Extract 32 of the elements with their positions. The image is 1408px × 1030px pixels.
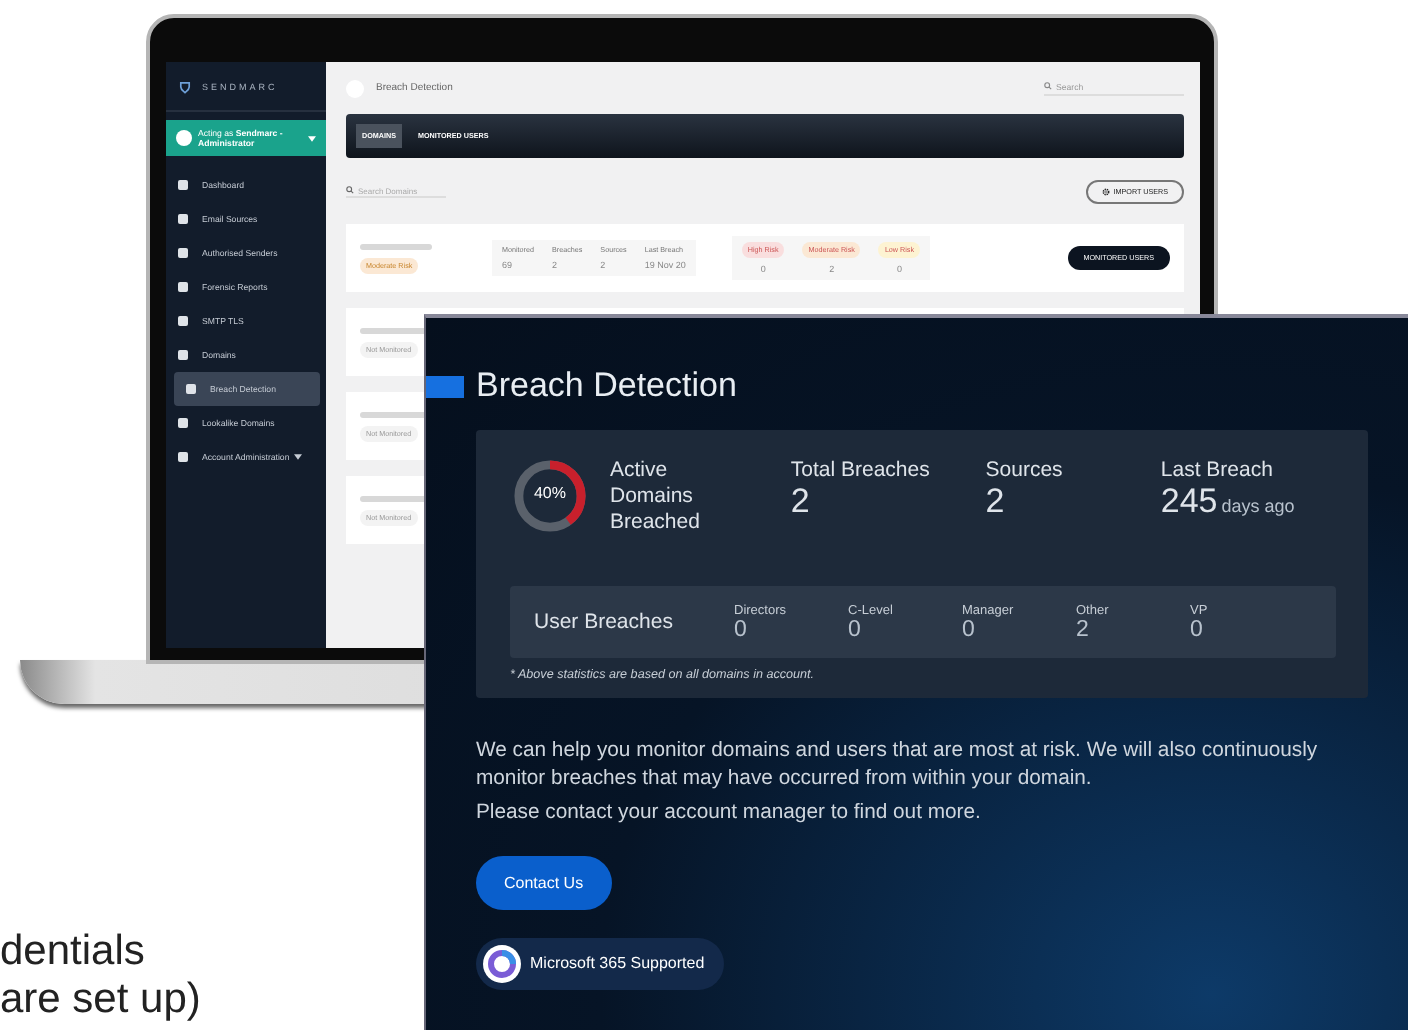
stat-label: Last Breach: [1160, 458, 1275, 482]
donut-percentage: 40%: [531, 484, 568, 502]
caret-icon: [308, 135, 316, 141]
heading-text: dentials: [0, 928, 147, 976]
accent-bar: [426, 375, 464, 397]
stat-value: 2: [790, 482, 810, 522]
search-icon: [1044, 82, 1052, 90]
stat-value: 0: [962, 617, 977, 641]
contact-button[interactable]: Contact Us: [476, 855, 612, 909]
donut-drawing: [510, 456, 590, 536]
ring-logo-icon: [482, 943, 522, 983]
search-icon: [346, 186, 354, 194]
stat-value: 245: [1160, 482, 1218, 522]
stat-value: 2: [1076, 617, 1091, 641]
heading-text: are set up): [0, 976, 201, 1024]
stat-value: 0: [734, 617, 749, 641]
stat-label: Sources: [985, 458, 1065, 482]
badge-text: Microsoft 365 Supported: [530, 954, 705, 972]
domain-placeholder: [360, 243, 432, 249]
stat-unit: days ago: [1221, 496, 1295, 516]
shield-icon: [178, 80, 192, 94]
user-breaches-label: User Breaches: [534, 610, 675, 634]
stat-value: 0: [1190, 617, 1205, 641]
gear-icon: [1101, 187, 1110, 195]
donut-label: Active Domains Breached: [610, 458, 702, 536]
avatar-icon: [176, 130, 192, 146]
panel-title: Breach Detection: [476, 366, 737, 406]
stat-value: 2: [985, 482, 1005, 522]
stat-value: 0: [848, 617, 863, 641]
description-text: We can help you monitor domains and users that are most at risk. We will also continuously monitor breaches that may have occurred from within your domain.: [476, 738, 1320, 792]
stat-label: Total Breaches: [790, 458, 932, 482]
description-text: Please contact your account manager to find out more.: [476, 800, 983, 827]
